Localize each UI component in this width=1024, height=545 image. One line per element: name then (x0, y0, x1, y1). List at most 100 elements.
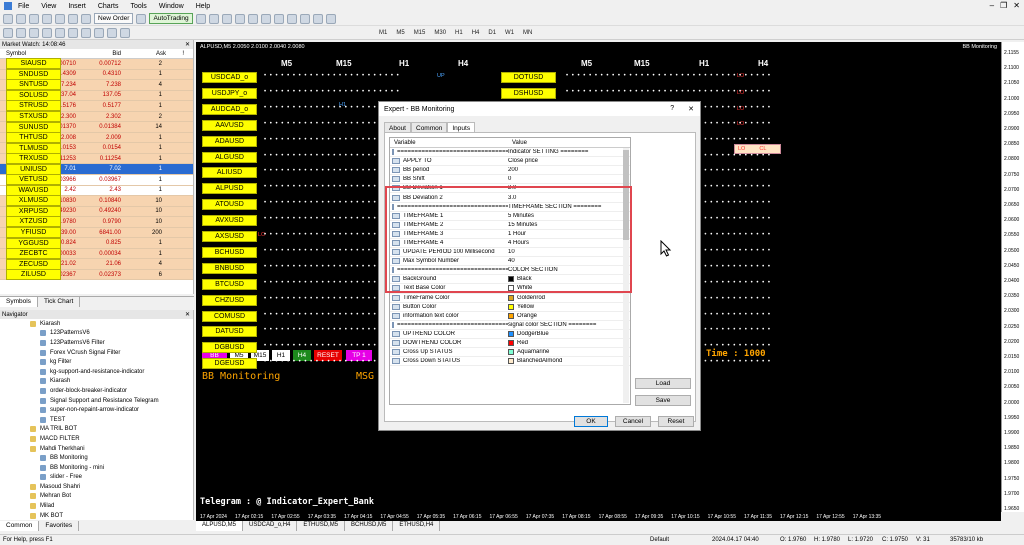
col-ask[interactable]: Ask (121, 51, 166, 57)
navigator-item[interactable]: kg Filter (0, 357, 193, 367)
new-chart-icon[interactable] (3, 13, 13, 24)
price-axis[interactable]: 2.1155 2.1100 2.1050 2.1000 2.0950 2.0900 2.08… (1001, 42, 1024, 512)
navigator-icon[interactable] (55, 13, 65, 24)
symbol-button[interactable]: ALPUSD (202, 183, 257, 195)
metaeditor-icon[interactable] (136, 13, 147, 24)
crosshair-icon[interactable] (16, 27, 26, 38)
input-row[interactable]: UPTREND COLOR DodgerBlue (390, 330, 630, 339)
input-row[interactable]: Cross Up STATUS Aquamarine (390, 348, 630, 358)
input-value[interactable]: Goldenrod (508, 294, 630, 301)
panel-close-icon[interactable]: ✕ (185, 311, 190, 318)
menu-window[interactable]: Window (159, 3, 184, 10)
strategy-tester-icon[interactable] (81, 13, 91, 24)
input-value[interactable]: BlanchedAlmond (508, 358, 630, 365)
tf-h4[interactable]: H4 (469, 30, 483, 36)
navigator-item[interactable]: Forex VCrush Signal Filter (0, 348, 193, 358)
navigator-item[interactable]: slider - Free (0, 473, 193, 483)
autoscroll-icon[interactable] (273, 13, 284, 24)
periods-icon[interactable] (312, 13, 323, 24)
tf-w1[interactable]: W1 (502, 30, 517, 36)
minimize-icon[interactable]: – (990, 1, 994, 10)
input-row[interactable]: Button Color Yellow (390, 303, 630, 312)
input-value[interactable]: 200 (508, 167, 630, 173)
vertical-line-icon[interactable] (29, 27, 39, 38)
navigator-item[interactable]: MK BOT (0, 511, 193, 520)
close-icon[interactable]: ✕ (688, 105, 694, 113)
col-spread[interactable]: ! (166, 51, 188, 57)
input-row[interactable]: BB period 200 (390, 166, 630, 176)
input-row[interactable]: Cross Down STATUS BlanchedAlmond (390, 357, 630, 367)
symbol-button[interactable]: CHZUSD (202, 294, 257, 306)
close-icon[interactable]: ✕ (1013, 1, 1020, 10)
open-icon[interactable] (16, 13, 26, 24)
input-row[interactable]: ================================ Indicato… (390, 148, 630, 158)
horizontal-line-icon[interactable] (42, 27, 52, 38)
tf-m1[interactable]: M1 (376, 30, 390, 36)
navigator-item[interactable]: BB Monitoring - mini (0, 463, 193, 473)
ok-button[interactable]: OK (574, 416, 608, 427)
symbol-button[interactable]: BCHUSD (202, 246, 257, 258)
indicators-icon[interactable] (299, 13, 310, 24)
symbol-button[interactable]: BNBUSD (202, 262, 257, 274)
navigator-item[interactable]: MA TRIL BOT (0, 425, 193, 435)
navigator-item[interactable]: Signal Support and Resistance Telegram (0, 396, 193, 406)
line-chart-icon[interactable] (221, 13, 232, 24)
input-row[interactable]: information text color Orange (390, 312, 630, 321)
data-window-icon[interactable] (42, 13, 52, 24)
symbol-button[interactable]: ALGUSD (202, 151, 257, 163)
input-value[interactable]: 0 (508, 176, 630, 182)
navigator-item[interactable]: Mahdi Therkhani (0, 444, 193, 454)
input-row[interactable]: BB Shift 0 (390, 175, 630, 185)
terminal-icon[interactable] (68, 13, 78, 24)
symbol-button[interactable]: DOTUSD (501, 72, 556, 83)
fibonacci-icon[interactable] (81, 27, 91, 38)
symbol-button[interactable]: DGBUSD (202, 342, 257, 354)
symbol-button[interactable]: BTCUSD (202, 278, 257, 290)
tab-symbols[interactable]: Symbols (0, 297, 38, 307)
symbol-button[interactable]: ADAUSD (202, 135, 257, 147)
input-value[interactable]: Yellow (508, 303, 630, 310)
text-icon[interactable] (94, 27, 104, 38)
load-button[interactable]: Load (635, 378, 691, 389)
navigator-item[interactable]: Milad (0, 501, 193, 511)
label-icon[interactable] (107, 27, 117, 38)
symbol-button[interactable]: AXSUSD (202, 231, 257, 242)
input-row[interactable]: ================================ signal c… (390, 321, 630, 330)
symbol-button[interactable]: USDJPY_o (202, 87, 257, 99)
tf-d1[interactable]: D1 (485, 30, 499, 36)
navigator-item[interactable]: 123PatternsV6 Filter (0, 338, 193, 348)
panel-close-icon[interactable]: ✕ (185, 41, 190, 48)
symbol-button[interactable]: ATOUSD (202, 199, 257, 211)
chart-tab[interactable]: ALPUSD,M5 (196, 521, 244, 531)
tab-common[interactable]: Common (0, 521, 40, 531)
chart-tab[interactable]: ETHUSD,H4 (393, 521, 441, 531)
navigator-item[interactable]: kg-support-and-resistance-indicator (0, 367, 193, 377)
menu-insert[interactable]: Insert (68, 3, 86, 10)
symbol-button[interactable]: DGEUSD (202, 358, 257, 370)
help-icon[interactable]: ? (670, 105, 674, 113)
menu-charts[interactable]: Charts (98, 3, 119, 10)
arrow-icon[interactable] (120, 27, 130, 38)
col-symbol[interactable]: Symbol (6, 51, 76, 57)
tab-tick-chart[interactable]: Tick Chart (38, 297, 81, 307)
menu-tools[interactable]: Tools (130, 3, 146, 10)
menu-file[interactable]: File (18, 3, 29, 10)
input-row[interactable]: TimeFrame Color Goldenrod (390, 294, 630, 303)
tile-icon[interactable] (260, 13, 271, 24)
navigator-item[interactable]: MACD FILTER (0, 434, 193, 444)
cursor-icon[interactable] (3, 27, 13, 38)
chart-tab[interactable]: BCHUSD,M5 (345, 521, 394, 531)
menu-view[interactable]: View (41, 3, 56, 10)
market-watch-row[interactable]: ZILUSD 0.02367 0.02373 6 (0, 269, 193, 281)
channel-icon[interactable] (68, 27, 78, 38)
zoom-in-icon[interactable] (234, 13, 245, 24)
new-order-button[interactable]: New Order (94, 13, 134, 24)
symbol-button[interactable]: USDCAD_o (202, 72, 257, 83)
col-bid[interactable]: Bid (76, 51, 121, 57)
input-row[interactable]: APPLY TO Close price (390, 157, 630, 167)
input-value[interactable]: DodgerBlue (508, 330, 630, 337)
input-value[interactable]: signal color SECTION ======== (508, 322, 630, 328)
reset-button[interactable]: Reset (658, 416, 694, 427)
navigator-item[interactable]: super-non-repaint-arrow-indicator (0, 405, 193, 415)
tf-m30[interactable]: M30 (431, 30, 449, 36)
